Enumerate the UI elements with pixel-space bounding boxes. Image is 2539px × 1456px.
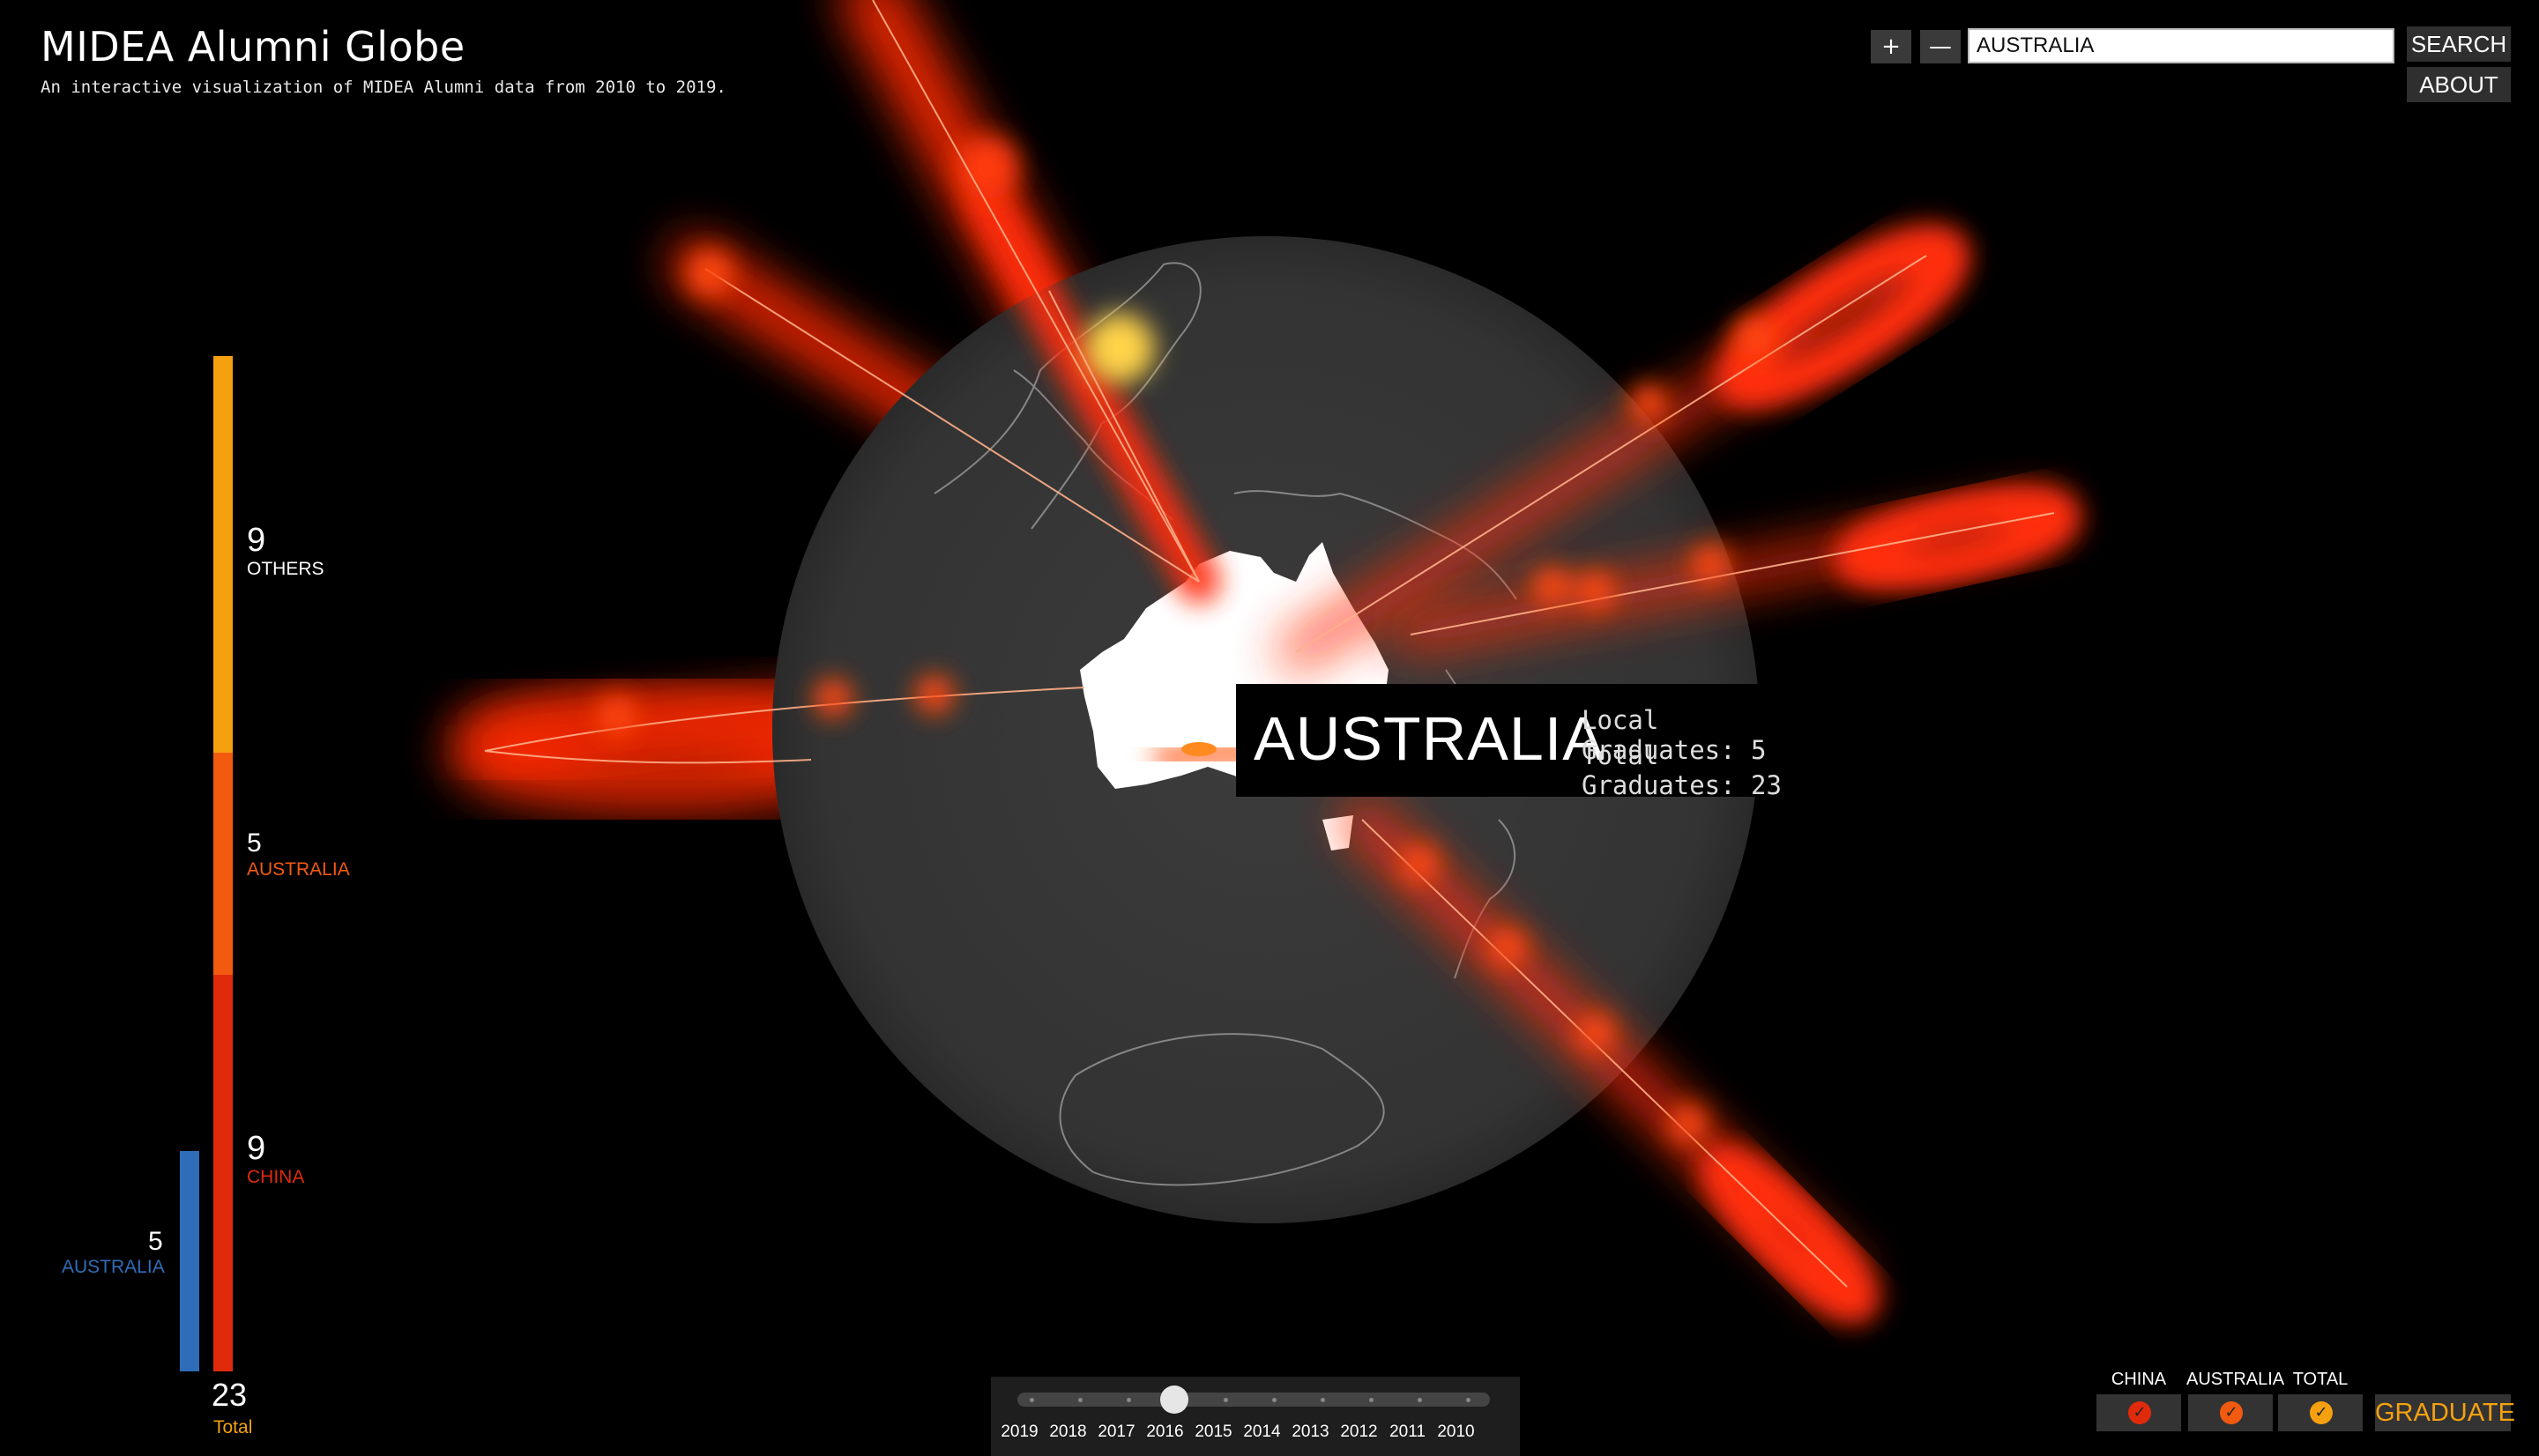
about-button[interactable]: ABOUT	[2407, 67, 2511, 102]
local-label: AUSTRALIA	[62, 1257, 165, 1277]
year-2014[interactable]: 2014	[1238, 1423, 1286, 1442]
year-2018[interactable]: 2018	[1044, 1423, 1092, 1442]
globe-app: MIDEA Alumni Globe An interactive visual…	[0, 0, 2539, 1456]
checkmark-icon: ✓	[2220, 1401, 2243, 1424]
china-label: CHINA	[247, 1167, 305, 1187]
timeline-tick	[1369, 1398, 1374, 1402]
year-2017[interactable]: 2017	[1092, 1423, 1141, 1442]
australia-label: AUSTRALIA	[247, 859, 350, 880]
year-2016[interactable]: 2016	[1141, 1423, 1189, 1442]
timeline-tick	[1418, 1398, 1422, 1402]
zoom-in-button[interactable]: +	[1871, 30, 1911, 63]
timeline-tick	[1466, 1398, 1471, 1402]
filter-australia-toggle[interactable]: ✓	[2188, 1394, 2273, 1431]
filter-china-label: CHINA	[2111, 1370, 2167, 1389]
bar-segment-china[interactable]	[213, 975, 233, 1371]
others-value: 9	[247, 522, 266, 559]
timeline-tick	[1224, 1398, 1228, 1402]
checkmark-icon: ✓	[2310, 1401, 2333, 1424]
bar-local-australia[interactable]	[180, 1151, 199, 1371]
year-2011[interactable]: 2011	[1383, 1423, 1432, 1442]
year-2010[interactable]: 2010	[1432, 1423, 1480, 1442]
timeline-tick	[1127, 1398, 1131, 1402]
timeline-tick	[1030, 1398, 1034, 1402]
app-title: MIDEA Alumni Globe	[41, 23, 465, 71]
total-value: 23	[212, 1377, 248, 1413]
others-label: OTHERS	[247, 559, 324, 579]
app-subtitle: An interactive visualization of MIDEA Al…	[41, 78, 726, 97]
year-2012[interactable]: 2012	[1335, 1423, 1383, 1442]
bar-segment-australia[interactable]	[213, 753, 233, 975]
zoom-out-button[interactable]: —	[1920, 30, 1961, 63]
filter-australia-label: AUSTRALIA	[2186, 1370, 2285, 1389]
search-button[interactable]: SEARCH	[2407, 26, 2511, 62]
tooltip-country-name: AUSTRALIA	[1254, 704, 1605, 773]
tooltip-total-graduates: Total Graduates: 23	[1582, 740, 1782, 800]
timeline-tick	[1321, 1398, 1325, 1402]
year-timeline: 2019 2018 2017 2016 2015 2014 2013 2012 …	[991, 1377, 1520, 1456]
year-2013[interactable]: 2013	[1286, 1423, 1335, 1442]
timeline-tick	[1272, 1398, 1277, 1402]
bar-segment-others[interactable]	[213, 356, 233, 753]
local-value: 5	[148, 1227, 163, 1256]
timeline-slider-handle[interactable]	[1160, 1385, 1188, 1414]
timeline-tick	[1078, 1398, 1083, 1402]
total-label: Total	[213, 1417, 253, 1437]
year-2019[interactable]: 2019	[995, 1423, 1044, 1442]
timeline-track[interactable]	[1017, 1385, 1490, 1414]
year-2015[interactable]: 2015	[1189, 1423, 1238, 1442]
checkmark-icon: ✓	[2128, 1401, 2151, 1424]
search-input[interactable]	[1968, 28, 2394, 63]
australia-value: 5	[247, 828, 262, 858]
graduate-button[interactable]: GRADUATE	[2375, 1394, 2515, 1431]
china-value: 9	[247, 1130, 266, 1167]
filter-total-toggle[interactable]: ✓	[2278, 1394, 2363, 1431]
filter-china-toggle[interactable]: ✓	[2096, 1394, 2181, 1431]
filter-total-label: TOTAL	[2292, 1370, 2349, 1389]
country-tooltip: AUSTRALIA Local Graduates: 5 Total Gradu…	[1236, 684, 1793, 800]
